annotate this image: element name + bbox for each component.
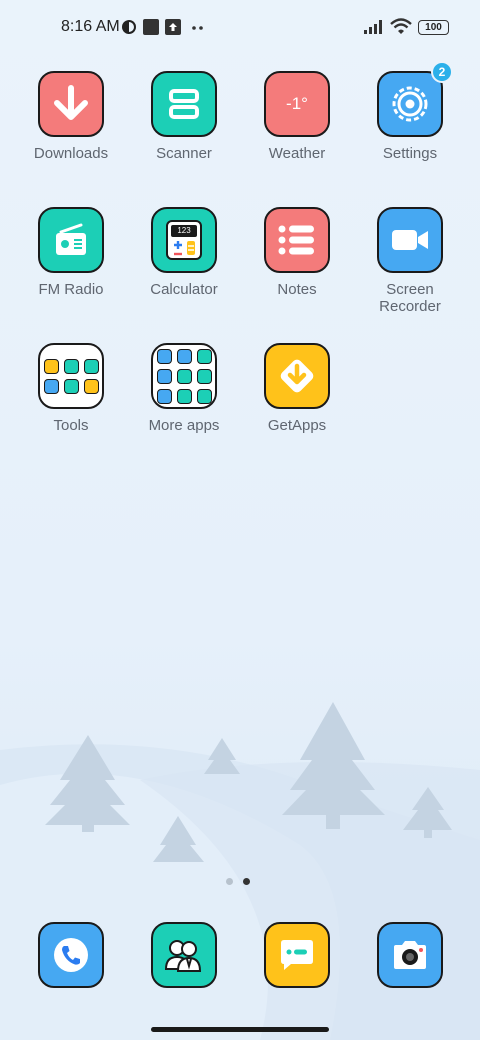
folder-app-icon — [83, 358, 99, 374]
page-dot-2-active[interactable] — [243, 878, 250, 885]
wifi-icon — [390, 18, 412, 34]
more-apps-folder-tile[interactable] — [151, 343, 217, 409]
app-notes[interactable]: Notes — [241, 207, 353, 298]
app-downloads[interactable]: Downloads — [15, 71, 127, 162]
app-settings[interactable]: 2 Settings — [354, 61, 466, 162]
app-fm-radio[interactable]: FM Radio — [15, 207, 127, 298]
folder-app-icon — [196, 388, 212, 404]
folder-app-icon — [176, 388, 192, 404]
signal-icon — [364, 20, 382, 34]
folder-more-apps[interactable]: More apps — [128, 343, 240, 434]
app-label: GetApps — [267, 417, 327, 434]
folder-preview-grid — [43, 358, 99, 394]
notes-tile[interactable] — [264, 207, 330, 273]
screenshot-icon — [143, 19, 159, 35]
folder-app-icon — [196, 348, 212, 364]
app-label: Scanner — [156, 145, 212, 162]
calculator-tile[interactable]: 123 — [151, 207, 217, 273]
app-calculator[interactable]: 123 Calculator — [128, 207, 240, 298]
folder-app-icon — [63, 378, 79, 394]
battery-indicator: 100 — [418, 20, 449, 35]
scanner-tile[interactable] — [151, 71, 217, 137]
upload-icon — [165, 19, 181, 35]
messaging-tile[interactable] — [264, 922, 330, 988]
calculator-display: 123 — [171, 225, 197, 237]
downloads-tile[interactable] — [38, 71, 104, 137]
folder-app-icon — [83, 378, 99, 394]
folder-app-icon — [156, 368, 172, 384]
page-indicator[interactable] — [226, 878, 250, 885]
app-label: Notes — [277, 281, 317, 298]
calculator-icon: 123 — [166, 220, 202, 260]
camera-icon — [394, 941, 426, 969]
folder-app-icon — [43, 378, 59, 394]
app-label: Settings — [382, 145, 438, 162]
folder-app-icon — [176, 368, 192, 384]
phone-tile[interactable] — [38, 922, 104, 988]
folder-preview-grid — [156, 348, 212, 404]
contacts-icon — [164, 940, 202, 972]
camera-tile[interactable] — [377, 922, 443, 988]
status-bar: 8:16 AM 100 — [0, 0, 480, 56]
app-label: Weather — [268, 145, 326, 162]
getapps-icon — [280, 359, 314, 393]
weather-temperature: -1° — [286, 94, 308, 113]
video-camera-icon — [392, 230, 428, 250]
app-label: FM Radio — [38, 281, 104, 298]
app-weather[interactable]: -1° Weather — [241, 71, 353, 162]
folder-app-icon — [156, 388, 172, 404]
data-saver-icon — [122, 20, 136, 34]
folder-app-icon — [156, 348, 172, 364]
folder-app-icon — [63, 358, 79, 374]
app-label: Calculator — [150, 281, 218, 298]
notes-list-icon — [278, 225, 314, 255]
folder-tools[interactable]: Tools — [15, 343, 127, 434]
status-time: 8:16 AM — [61, 18, 120, 35]
weather-tile[interactable]: -1° — [264, 71, 330, 137]
app-screen-recorder[interactable]: Screen Recorder — [354, 207, 466, 315]
app-scanner[interactable]: Scanner — [128, 71, 240, 162]
app-label: Screen Recorder — [379, 281, 441, 315]
dock-camera[interactable] — [354, 922, 466, 988]
message-bubble-icon — [281, 940, 313, 970]
dock-contacts[interactable] — [128, 922, 240, 988]
home-gesture-bar[interactable] — [151, 1027, 329, 1032]
folder-app-icon — [176, 348, 192, 364]
folder-app-icon — [43, 358, 59, 374]
folder-app-icon — [196, 368, 212, 384]
contacts-tile[interactable] — [151, 922, 217, 988]
getapps-tile[interactable] — [264, 343, 330, 409]
dock-messaging[interactable] — [241, 922, 353, 988]
page-dot-1[interactable] — [226, 878, 233, 885]
phone-icon — [54, 938, 88, 972]
fm-radio-tile[interactable] — [38, 207, 104, 273]
gear-icon — [392, 86, 428, 122]
calculator-display-text: 123 — [177, 226, 191, 235]
screen-recorder-tile[interactable] — [377, 207, 443, 273]
app-label: Tools — [53, 417, 89, 434]
radio-icon — [56, 223, 86, 255]
download-arrow-icon — [54, 85, 88, 120]
calculator-keys-icon — [174, 241, 195, 256]
battery-level: 100 — [425, 22, 442, 33]
app-label: Downloads — [33, 145, 109, 162]
tools-folder-tile[interactable] — [38, 343, 104, 409]
app-getapps[interactable]: GetApps — [241, 343, 353, 434]
notification-badge: 2 — [431, 61, 453, 83]
scanner-icon — [169, 89, 199, 119]
more-notifications-icon — [192, 26, 203, 30]
app-label: More apps — [148, 417, 220, 434]
settings-tile[interactable]: 2 — [377, 61, 453, 137]
dock-phone[interactable] — [15, 922, 127, 988]
